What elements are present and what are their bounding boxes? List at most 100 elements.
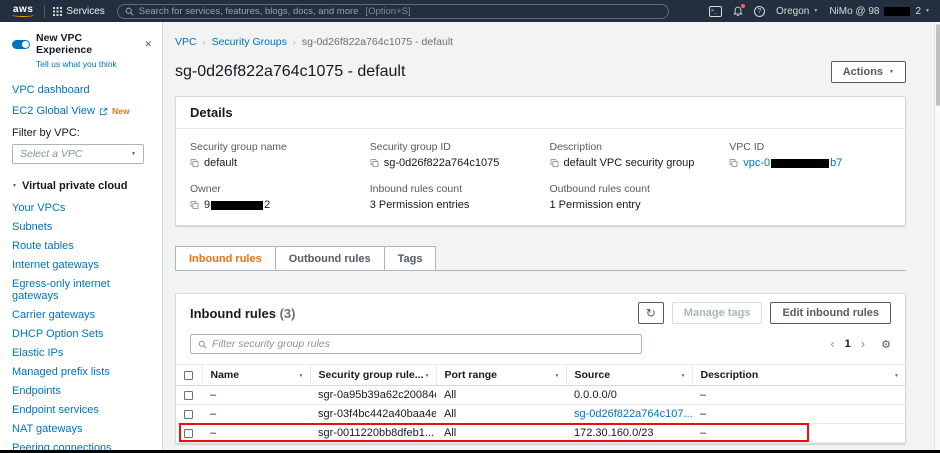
rules-filter-input[interactable] bbox=[212, 338, 634, 350]
sidebar-item-elastic-ips[interactable]: Elastic IPs bbox=[12, 347, 146, 359]
account-menu[interactable]: NiMo @ 982 ▼ bbox=[829, 6, 930, 17]
actions-button[interactable]: Actions ▼ bbox=[831, 61, 906, 83]
field-label: Description bbox=[550, 141, 712, 153]
topnav-right-group: >_ ? Oregon ▼ NiMo @ 982 ▼ bbox=[709, 6, 930, 17]
security-group-id-value: sg-0d26f822a764c1075 bbox=[384, 157, 500, 169]
owner-value: 92 bbox=[204, 199, 270, 211]
sidebar-item-carrier-gateways[interactable]: Carrier gateways bbox=[12, 309, 146, 321]
copy-icon[interactable] bbox=[190, 200, 199, 210]
sidebar-item-egress-only-internet-gateways[interactable]: Egress-only internet gateways bbox=[12, 278, 146, 302]
services-label: Services bbox=[66, 6, 104, 17]
tab-outbound-rules[interactable]: Outbound rules bbox=[275, 246, 385, 271]
cell-name: – bbox=[202, 405, 310, 424]
sort-icon: ▼ bbox=[894, 373, 899, 379]
page-scrollbar[interactable] bbox=[934, 22, 940, 450]
feedback-link[interactable]: Tell us what you think bbox=[36, 59, 154, 69]
sidebar-item-nat-gateways[interactable]: NAT gateways bbox=[12, 423, 146, 435]
notifications-button[interactable] bbox=[733, 6, 743, 17]
edit-inbound-rules-button[interactable]: Edit inbound rules bbox=[770, 302, 891, 324]
section-virtual-private-cloud[interactable]: ▼ Virtual private cloud bbox=[12, 180, 154, 192]
sidebar-item-internet-gateways[interactable]: Internet gateways bbox=[12, 259, 146, 271]
detail-vpc-id: VPC ID vpc-0b7 bbox=[729, 141, 891, 169]
select-all-header[interactable] bbox=[176, 365, 202, 386]
copy-icon[interactable] bbox=[729, 158, 738, 168]
new-experience-label: New VPC Experience bbox=[36, 32, 138, 56]
sidebar-item-your-vpcs[interactable]: Your VPCs bbox=[12, 202, 146, 214]
row-checkbox[interactable] bbox=[184, 391, 193, 400]
detail-description: Description default VPC security group bbox=[550, 141, 712, 169]
new-experience-banner: New VPC Experience ✕ bbox=[12, 32, 154, 56]
row-checkbox[interactable] bbox=[184, 429, 193, 438]
new-experience-toggle[interactable] bbox=[12, 40, 30, 49]
field-label: Inbound rules count bbox=[370, 183, 532, 195]
toggle-knob bbox=[22, 41, 29, 48]
breadcrumb-separator: › bbox=[293, 37, 296, 47]
page-header: sg-0d26f822a764c1075 - default Actions ▼ bbox=[175, 60, 906, 84]
field-label: VPC ID bbox=[729, 141, 891, 153]
aws-logo[interactable]: aws bbox=[10, 4, 36, 18]
copy-icon[interactable] bbox=[370, 158, 379, 168]
column-header-name[interactable]: Name▼ bbox=[202, 365, 310, 386]
tab-tags[interactable]: Tags bbox=[384, 246, 437, 271]
close-icon[interactable]: ✕ bbox=[144, 39, 154, 50]
select-all-checkbox[interactable] bbox=[184, 371, 193, 380]
grid-icon bbox=[53, 7, 62, 16]
cell-description: – bbox=[692, 386, 905, 405]
breadcrumb-vpc[interactable]: VPC bbox=[175, 36, 197, 48]
cell-source-link[interactable]: sg-0d26f822a764c107... bbox=[566, 405, 692, 424]
column-header-port-range[interactable]: Port range▼ bbox=[436, 365, 566, 386]
vpc-select-placeholder: Select a VPC bbox=[20, 148, 82, 160]
row-checkbox[interactable] bbox=[184, 410, 193, 419]
help-button[interactable]: ? bbox=[754, 6, 765, 17]
global-search-input[interactable]: Search for services, features, blogs, do… bbox=[117, 4, 669, 19]
sidebar-item-ec2-global-view[interactable]: EC2 Global View New bbox=[12, 105, 154, 117]
column-header-description[interactable]: Description▼ bbox=[692, 365, 905, 386]
sidebar-item-dhcp-option-sets[interactable]: DHCP Option Sets bbox=[12, 328, 146, 340]
sidebar-item-endpoint-services[interactable]: Endpoint services bbox=[12, 404, 146, 416]
copy-icon[interactable] bbox=[550, 158, 559, 168]
next-page-icon[interactable]: › bbox=[861, 339, 865, 349]
refresh-button[interactable]: ↻ bbox=[638, 302, 664, 324]
main-content: VPC › Security Groups › sg-0d26f822a764c… bbox=[163, 22, 934, 450]
page-number[interactable]: 1 bbox=[845, 338, 851, 350]
page-title: sg-0d26f822a764c1075 - default bbox=[175, 63, 405, 81]
inbound-rules-count-badge: (3) bbox=[280, 306, 296, 321]
sidebar-item-endpoints[interactable]: Endpoints bbox=[12, 385, 146, 397]
search-shortcut-hint: [Option+S] bbox=[365, 6, 410, 17]
details-card-title: Details bbox=[176, 97, 905, 129]
vpc-id-link[interactable]: vpc-0b7 bbox=[743, 157, 842, 169]
vpc-select-dropdown[interactable]: Select a VPC ▼ bbox=[12, 144, 144, 164]
field-label: Security group ID bbox=[370, 141, 532, 153]
detail-security-group-id: Security group ID sg-0d26f822a764c1075 bbox=[370, 141, 532, 169]
vpc-id-redaction bbox=[771, 159, 829, 168]
copy-icon[interactable] bbox=[190, 158, 199, 168]
rules-filter-box bbox=[190, 334, 642, 354]
field-label: Outbound rules count bbox=[550, 183, 712, 195]
cell-rule-id: sgr-0a95b39a62c20084c bbox=[310, 386, 436, 405]
gear-icon[interactable]: ⚙ bbox=[881, 338, 891, 351]
filter-row: ‹ 1 › ⚙ bbox=[176, 332, 905, 364]
services-menu[interactable]: Services bbox=[53, 6, 104, 17]
table-row: – sgr-0a95b39a62c20084c All 0.0.0.0/0 – bbox=[176, 386, 905, 405]
column-header-rule-id[interactable]: Security group rule...▼ bbox=[310, 365, 436, 386]
cloudshell-button[interactable]: >_ bbox=[709, 6, 722, 17]
detail-outbound-rules-count: Outbound rules count 1 Permission entry bbox=[550, 183, 712, 211]
sidebar-item-subnets[interactable]: Subnets bbox=[12, 221, 146, 233]
table-row: – sgr-03f4bc442a40baa4e All sg-0d26f822a… bbox=[176, 405, 905, 424]
details-grid-spacer bbox=[729, 183, 891, 211]
previous-page-icon[interactable]: ‹ bbox=[830, 339, 834, 349]
manage-tags-button[interactable]: Manage tags bbox=[672, 302, 763, 324]
tab-inbound-rules[interactable]: Inbound rules bbox=[175, 246, 276, 271]
sidebar-item-peering-connections[interactable]: Peering connections bbox=[12, 442, 146, 450]
owner-suffix: 2 bbox=[264, 199, 270, 211]
notification-badge-dot bbox=[741, 4, 745, 8]
region-selector[interactable]: Oregon ▼ bbox=[776, 6, 818, 17]
inbound-rules-title-text: Inbound rules bbox=[190, 306, 276, 321]
breadcrumb-security-groups[interactable]: Security Groups bbox=[212, 36, 287, 48]
sidebar-item-managed-prefix-lists[interactable]: Managed prefix lists bbox=[12, 366, 146, 378]
column-header-source[interactable]: Source▼ bbox=[566, 365, 692, 386]
vpc-id-prefix: vpc-0 bbox=[743, 157, 770, 169]
sidebar-item-route-tables[interactable]: Route tables bbox=[12, 240, 146, 252]
scrollbar-thumb[interactable] bbox=[936, 24, 940, 106]
sidebar-item-vpc-dashboard[interactable]: VPC dashboard bbox=[12, 84, 154, 96]
